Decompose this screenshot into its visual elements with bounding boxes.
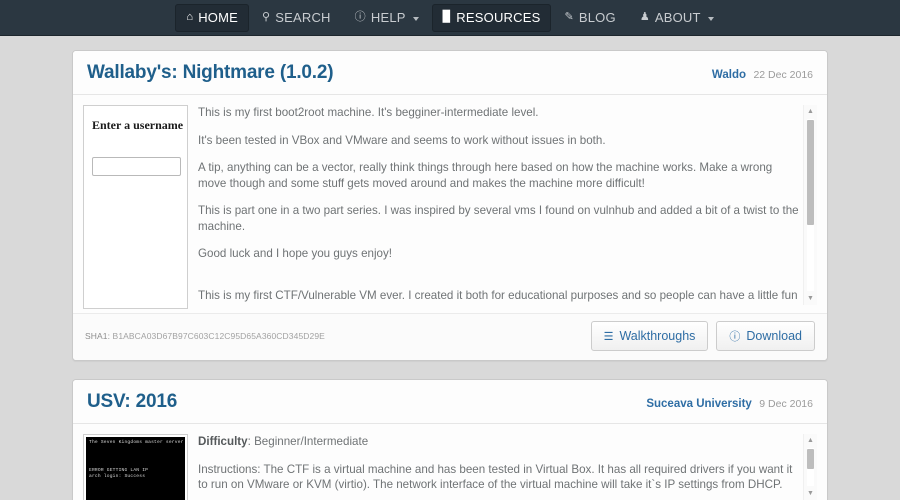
card-author[interactable]: Waldo	[712, 69, 746, 81]
screenshot-input-field	[92, 157, 181, 176]
description-paragraph: Difficulty: Beginner/Intermediate	[198, 434, 799, 450]
nav-item-home-label: HOME	[198, 10, 238, 25]
nav-item-about-label: ABOUT	[654, 10, 701, 25]
chevron-down-icon	[707, 16, 714, 21]
card-actions: ☰ Walkthroughs ⓘ Download	[590, 321, 815, 351]
card-body: Enter a username This is my first boot2r…	[73, 95, 827, 313]
nav-item-home[interactable]: ⌂ HOME	[175, 3, 249, 32]
description-scrollbar[interactable]: ▲ ▼	[803, 105, 817, 305]
description-text: Beginner/Intermediate	[254, 435, 369, 448]
card-description: Difficulty: Beginner/Intermediate Instru…	[198, 434, 817, 500]
nav-item-about[interactable]: ♟ ABOUT	[629, 4, 725, 32]
scroll-up-arrow-icon[interactable]: ▲	[804, 434, 817, 447]
card-thumbnail[interactable]: Enter a username	[83, 105, 188, 309]
card-author[interactable]: Suceava University	[646, 398, 751, 410]
resource-card: USV: 2016 Suceava University 9 Dec 2016 …	[72, 379, 828, 500]
scroll-down-arrow-icon[interactable]: ▼	[804, 292, 817, 305]
nav-item-resources-label: RESOURCES	[456, 10, 541, 25]
scrollbar-thumb[interactable]	[807, 120, 814, 225]
description-paragraph: This is my first CTF/Vulnerable VM ever.…	[198, 288, 798, 306]
card-header: USV: 2016 Suceava University 9 Dec 2016	[73, 380, 827, 424]
description-paragraph: Good luck and I hope you guys enjoy!	[198, 247, 393, 260]
description-paragraph: A tip, anything can be a vector, really …	[198, 161, 773, 190]
card-title[interactable]: USV: 2016	[87, 391, 177, 413]
card-meta: Suceava University 9 Dec 2016	[646, 394, 813, 412]
card-date: 22 Dec 2016	[753, 69, 813, 81]
description-paragraph: Instructions: The CTF is a virtual machi…	[198, 462, 793, 492]
description-paragraph: This is my first boot2root machine. It's…	[198, 106, 539, 119]
resource-card: Wallaby's: Nightmare (1.0.2) Waldo 22 De…	[72, 50, 828, 361]
sha1-checksum: SHA1: B1ABCA03D67B97C603C12C95D65A360CD3…	[85, 331, 325, 341]
description-label: Difficulty	[198, 435, 248, 448]
chevron-down-icon	[412, 16, 419, 21]
terminal-line: arch login: Success	[89, 474, 146, 479]
card-title[interactable]: Wallaby's: Nightmare (1.0.2)	[87, 62, 334, 84]
nav-item-help[interactable]: ⓘ HELP	[344, 4, 430, 32]
nav-item-help-label: HELP	[370, 10, 406, 25]
scroll-up-arrow-icon[interactable]: ▲	[804, 105, 817, 118]
card-meta: Waldo 22 Dec 2016	[712, 65, 813, 83]
card-date: 9 Dec 2016	[759, 398, 813, 410]
nav-item-blog[interactable]: ✎ BLOG	[553, 4, 626, 32]
screenshot-heading: Enter a username	[92, 118, 184, 132]
description-paragraph: This is part one in a two part series. I…	[198, 204, 799, 233]
scrollbar-thumb[interactable]	[807, 449, 814, 469]
nav-item-search[interactable]: ⚲ SEARCH	[251, 4, 342, 32]
card-body: The Seven Kingdoms master server ERROR G…	[73, 424, 827, 500]
document-icon: ▉	[442, 11, 452, 23]
nav-item-resources[interactable]: ▉ RESOURCES	[431, 3, 552, 32]
description-paragraph: It's been tested in VBox and VMware and …	[198, 133, 606, 147]
terminal-line: The Seven Kingdoms master server	[89, 440, 184, 445]
pencil-icon: ✎	[564, 11, 574, 23]
walkthroughs-button[interactable]: ☰ Walkthroughs	[590, 321, 709, 351]
download-button[interactable]: ⓘ Download	[716, 321, 815, 351]
nav-item-search-label: SEARCH	[275, 10, 331, 25]
sha1-label: SHA1:	[85, 331, 111, 341]
search-icon: ⚲	[262, 11, 271, 23]
card-header: Wallaby's: Nightmare (1.0.2) Waldo 22 De…	[73, 51, 827, 95]
nav-item-blog-label: BLOG	[578, 10, 616, 25]
card-thumbnail[interactable]: The Seven Kingdoms master server ERROR G…	[83, 434, 188, 500]
user-icon: ♟	[639, 11, 650, 23]
help-icon: ⓘ	[354, 11, 366, 23]
download-button-label: Download	[746, 329, 802, 343]
description-scrollbar[interactable]: ▲ ▼	[803, 434, 817, 500]
card-description: This is my first boot2root machine. It's…	[198, 105, 817, 305]
download-icon: ⓘ	[729, 331, 741, 343]
nav-list: ⌂ HOME ⚲ SEARCH ⓘ HELP ▉ RESOURCES ✎ BLO…	[175, 0, 724, 36]
top-navigation-bar: ⌂ HOME ⚲ SEARCH ⓘ HELP ▉ RESOURCES ✎ BLO…	[0, 0, 900, 36]
card-footer: SHA1: B1ABCA03D67B97C603C12C95D65A360CD3…	[73, 313, 827, 360]
list-icon: ☰	[603, 330, 614, 343]
terminal-screenshot: The Seven Kingdoms master server ERROR G…	[86, 437, 185, 500]
page-content: Wallaby's: Nightmare (1.0.2) Waldo 22 De…	[0, 36, 900, 500]
webpage-screenshot: Enter a username	[86, 108, 185, 306]
sha1-value: B1ABCA03D67B97C603C12C95D65A360CD345D29E	[112, 331, 325, 341]
home-icon: ⌂	[186, 11, 194, 23]
walkthroughs-button-label: Walkthroughs	[619, 329, 696, 343]
scroll-down-arrow-icon[interactable]: ▼	[804, 487, 817, 500]
